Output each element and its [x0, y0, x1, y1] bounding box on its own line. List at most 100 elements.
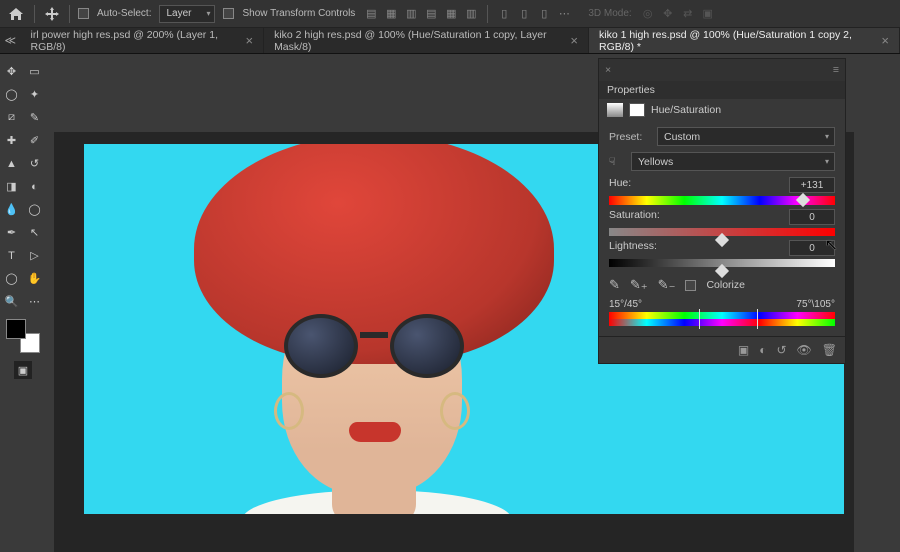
align-vcenter-icon[interactable]: ▦: [443, 6, 459, 22]
tab-1[interactable]: kiko 2 high res.psd @ 100% (Hue/Saturati…: [264, 28, 589, 53]
eyedropper-tool[interactable]: ✎: [23, 106, 46, 129]
preset-dropdown[interactable]: Custom: [657, 127, 835, 146]
close-icon[interactable]: ×: [881, 33, 889, 48]
auto-select-value: Layer: [166, 8, 191, 19]
divider: [34, 5, 35, 23]
hand-tool[interactable]: ✋: [23, 267, 46, 290]
tab-label: irl power high res.psd @ 200% (Layer 1, …: [30, 29, 239, 53]
lightness-slider[interactable]: [609, 259, 835, 267]
reset-icon[interactable]: ↺: [776, 343, 786, 357]
wand-tool[interactable]: ✦: [23, 83, 46, 106]
distribute-1-icon[interactable]: ▯: [496, 6, 512, 22]
mask-icon: [629, 103, 645, 117]
auto-select-checkbox[interactable]: [78, 8, 89, 19]
clip-to-layer-icon[interactable]: ▣: [738, 343, 749, 357]
tab-2[interactable]: kiko 1 high res.psd @ 100% (Hue/Saturati…: [589, 28, 900, 53]
tools-panel: ✥ ▭ ◯ ✦ ⧄ ✎ ✚ ✐ ▲ ↺ ◨ ◐ 💧 ◯ ✒ ↖ T ▷ ◯ ✋ …: [0, 58, 46, 381]
3d-orbit-icon[interactable]: ◎: [640, 6, 656, 22]
divider: [487, 5, 488, 23]
home-button[interactable]: [6, 4, 26, 24]
3d-camera-icon[interactable]: ▣: [700, 6, 716, 22]
move-icon[interactable]: [43, 5, 61, 23]
hue-value[interactable]: +131: [789, 177, 835, 193]
illustration: [284, 314, 464, 374]
range-right: 75°\105°: [796, 299, 835, 310]
tab-0[interactable]: irl power high res.psd @ 200% (Layer 1, …: [20, 28, 264, 53]
illustration: [274, 392, 304, 430]
hue-slider[interactable]: [609, 196, 835, 205]
type-tool[interactable]: T: [0, 244, 23, 267]
range-left: 15°/45°: [609, 299, 642, 310]
tab-label: kiko 1 high res.psd @ 100% (Hue/Saturati…: [599, 29, 875, 53]
previous-state-icon[interactable]: ◐: [759, 343, 766, 357]
edit-toolbar[interactable]: ⋯: [23, 290, 46, 313]
dodge-tool[interactable]: ◯: [23, 198, 46, 221]
pen-tool[interactable]: ✒: [0, 221, 23, 244]
distribute-3-icon[interactable]: ▯: [536, 6, 552, 22]
panel-title: Properties: [599, 81, 845, 99]
screen-mode[interactable]: ▣: [14, 361, 32, 379]
lightness-label: Lightness:: [609, 240, 657, 256]
adjustment-header: Hue/Saturation: [599, 99, 845, 121]
tabs-scroll-left[interactable]: ≪: [0, 28, 20, 53]
trash-icon[interactable]: 🗑: [822, 343, 837, 357]
foreground-color[interactable]: [6, 319, 26, 339]
brush-tool[interactable]: ✐: [23, 129, 46, 152]
blur-tool[interactable]: 💧: [0, 198, 23, 221]
align-left-icon[interactable]: ▤: [363, 6, 379, 22]
auto-select-dropdown[interactable]: Layer: [159, 5, 215, 23]
auto-select-label: Auto-Select:: [97, 8, 151, 19]
heal-tool[interactable]: ✚: [0, 129, 23, 152]
lightness-slider-thumb[interactable]: [715, 264, 729, 278]
colorize-label: Colorize: [706, 279, 745, 291]
align-hcenter-icon[interactable]: ▦: [383, 6, 399, 22]
eyedropper-icon[interactable]: ✎: [609, 277, 620, 293]
visibility-icon[interactable]: 👁: [797, 343, 812, 357]
shape-tool[interactable]: ◯: [0, 267, 23, 290]
close-icon[interactable]: ×: [570, 33, 578, 48]
saturation-value[interactable]: 0: [789, 209, 835, 225]
mode3d-group: ◎ ✥ ⇄ ▣: [640, 6, 716, 22]
eyedropper-subtract-icon[interactable]: ✎₋: [658, 277, 676, 293]
show-transform-checkbox[interactable]: [223, 8, 234, 19]
align-right-icon[interactable]: ▥: [403, 6, 419, 22]
path-tool[interactable]: ↖: [23, 221, 46, 244]
eraser-tool[interactable]: ◨: [0, 175, 23, 198]
distribute-group: ▯ ▯ ▯ ⋯: [496, 6, 572, 22]
direct-select-tool[interactable]: ▷: [23, 244, 46, 267]
color-swatches[interactable]: [6, 319, 40, 353]
eyedropper-add-icon[interactable]: ✎₊: [630, 277, 648, 293]
panel-footer: ▣ ◐ ↺ 👁 🗑: [599, 336, 845, 363]
stamp-tool[interactable]: ▲: [0, 152, 23, 175]
gradient-tool[interactable]: ◐: [23, 175, 46, 198]
panel-header[interactable]: × ≡: [599, 59, 845, 81]
align-group: ▤ ▦ ▥ ▤ ▦ ▥: [363, 6, 479, 22]
hue-label: Hue:: [609, 177, 631, 193]
colorize-checkbox[interactable]: [685, 280, 696, 291]
crop-tool[interactable]: ⧄: [0, 106, 23, 129]
range-markers[interactable]: [699, 309, 758, 329]
saturation-slider[interactable]: [609, 228, 835, 236]
panel-menu-icon[interactable]: ≡: [833, 64, 839, 76]
close-icon[interactable]: ×: [245, 33, 253, 48]
3d-slide-icon[interactable]: ⇄: [680, 6, 696, 22]
move-tool[interactable]: ✥: [0, 60, 23, 83]
more-icon[interactable]: ⋯: [556, 6, 572, 22]
divider: [69, 5, 70, 23]
hue-slider-thumb[interactable]: [796, 193, 810, 207]
adjustment-name: Hue/Saturation: [651, 104, 721, 116]
lasso-tool[interactable]: ◯: [0, 83, 23, 106]
3d-pan-icon[interactable]: ✥: [660, 6, 676, 22]
targeted-adjustment-tool[interactable]: ☟: [609, 156, 625, 168]
lightness-value[interactable]: 0: [789, 240, 835, 256]
zoom-tool[interactable]: 🔍: [0, 290, 23, 313]
history-brush-tool[interactable]: ↺: [23, 152, 46, 175]
collapse-icon[interactable]: ×: [605, 64, 611, 76]
distribute-2-icon[interactable]: ▯: [516, 6, 532, 22]
marquee-tool[interactable]: ▭: [23, 60, 46, 83]
align-top-icon[interactable]: ▤: [423, 6, 439, 22]
illustration: [440, 392, 470, 430]
color-range-bar[interactable]: [609, 312, 835, 326]
align-bottom-icon[interactable]: ▥: [463, 6, 479, 22]
channel-dropdown[interactable]: Yellows: [631, 152, 835, 171]
